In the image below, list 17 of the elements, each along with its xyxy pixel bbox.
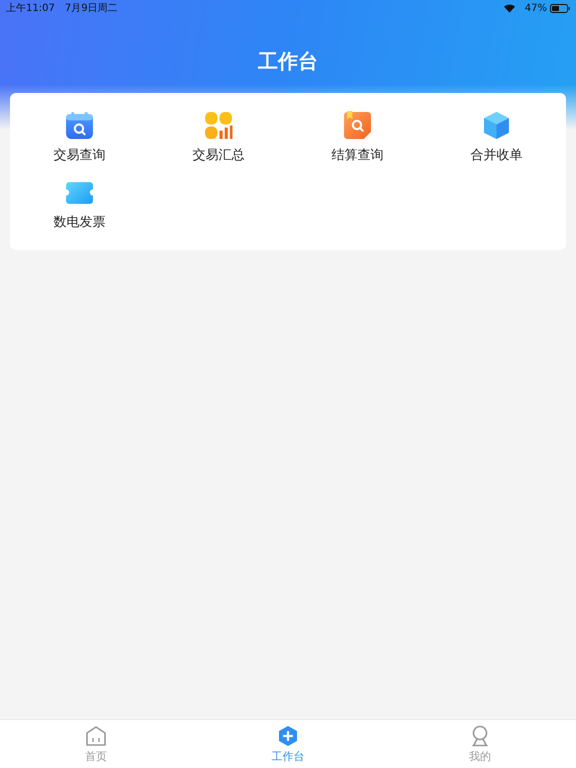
tile-label[interactable]: 数电发票 [54,213,106,231]
status-time: 上午11:07 [6,2,55,15]
tile-label[interactable]: 结算查询 [332,146,384,164]
calendar-search-icon [65,111,94,140]
tile-label[interactable]: 合并收单 [470,146,522,164]
battery-percent: 47% [524,2,547,14]
wifi-icon [504,4,515,12]
battery-icon [550,4,570,12]
status-date: 7月9日周二 [64,2,118,15]
plus-icon [277,724,299,746]
page-title: 工作台 [257,48,319,75]
tile-label[interactable]: 交易汇总 [192,146,244,164]
grid-chart-icon [204,111,233,140]
home-icon [85,724,107,746]
book-search-icon [343,111,372,140]
tile-label[interactable]: 交易查询 [54,146,106,164]
cube-icon [482,111,511,140]
